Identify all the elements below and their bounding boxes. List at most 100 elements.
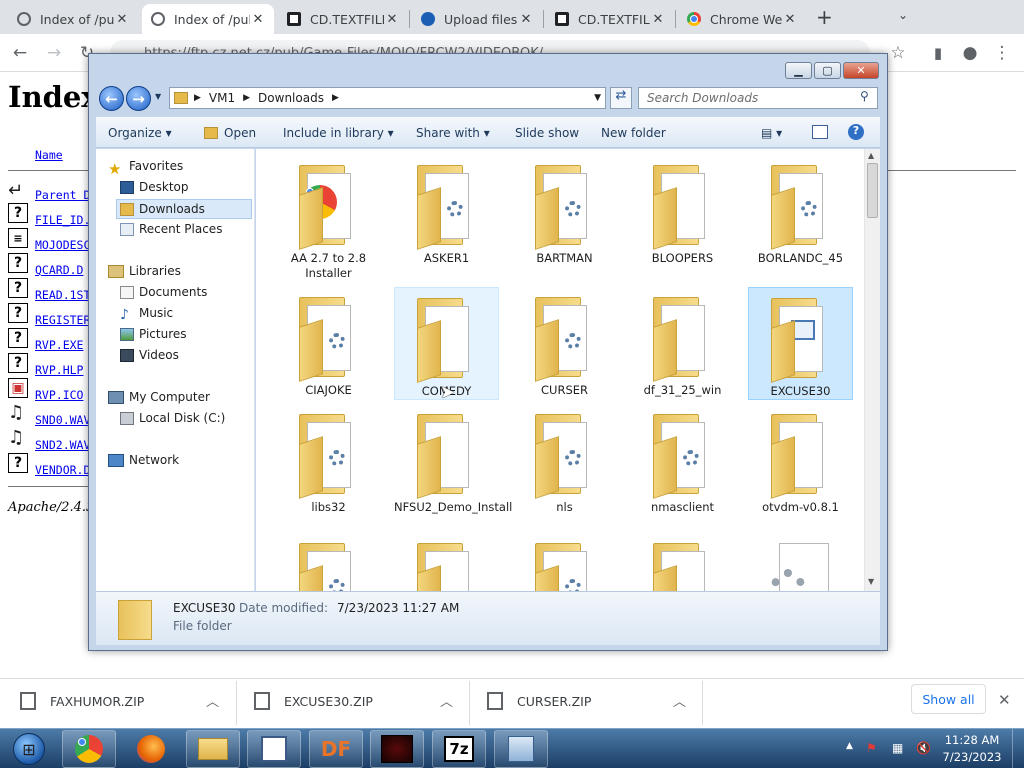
- close-tab-icon[interactable]: ✕: [384, 12, 400, 27]
- file-link[interactable]: SND2.WAV: [35, 438, 90, 452]
- vertical-scrollbar[interactable]: ▲ ▼: [864, 149, 880, 591]
- df-taskbar-button[interactable]: DF: [309, 730, 363, 768]
- tab-1[interactable]: Index of /pub ✕: [8, 4, 138, 34]
- file-link[interactable]: MOJODESC: [35, 238, 90, 252]
- column-name-link[interactable]: Name: [35, 148, 63, 162]
- folder-item[interactable]: nls: [512, 404, 617, 515]
- close-tab-icon[interactable]: ✕: [114, 12, 130, 27]
- close-tab-icon[interactable]: ✕: [650, 12, 666, 27]
- file-link[interactable]: RVP.EXE: [35, 338, 83, 352]
- action-center-flag-icon[interactable]: ⚑: [866, 741, 877, 755]
- preview-pane-icon[interactable]: [812, 125, 828, 139]
- breadcrumb-downloads[interactable]: Downloads: [258, 91, 324, 105]
- dropdown-arrow-icon[interactable]: ▼: [594, 93, 601, 103]
- folder-item[interactable]: CURSER: [512, 287, 617, 398]
- folder-item[interactable]: otvdm-v0.8.1: [748, 404, 853, 515]
- profile-avatar-icon[interactable]: ●: [958, 41, 982, 65]
- folder-item[interactable]: BARTMAN: [512, 155, 617, 266]
- tab-3[interactable]: CD.TEXTFILE ✕: [278, 4, 408, 34]
- nav-libraries[interactable]: Libraries: [108, 264, 181, 278]
- close-tab-icon[interactable]: ✕: [250, 12, 266, 27]
- back-arrow-icon[interactable]: ←: [8, 41, 32, 65]
- file-link[interactable]: READ.1ST: [35, 288, 90, 302]
- nav-recent-places[interactable]: Recent Places: [120, 222, 222, 236]
- folder-item[interactable]: [630, 533, 735, 591]
- chevron-up-icon[interactable]: ︿: [673, 691, 686, 710]
- nav-desktop[interactable]: Desktop: [120, 180, 189, 194]
- open-button[interactable]: Open: [224, 126, 256, 140]
- file-link[interactable]: RVP.HLP: [35, 363, 83, 377]
- network-tray-icon[interactable]: ▦: [892, 741, 903, 755]
- chevron-up-icon[interactable]: ︿: [440, 691, 453, 710]
- 7zip-taskbar-button[interactable]: 7z: [432, 730, 486, 768]
- folder-item[interactable]: AA 2.7 to 2.8 Installer: [276, 155, 381, 281]
- nav-documents[interactable]: Documents: [120, 285, 207, 299]
- forward-arrow-icon[interactable]: →: [42, 41, 66, 65]
- tab-search-icon[interactable]: ⌄: [898, 8, 908, 22]
- folder-item[interactable]: libs32: [276, 404, 381, 515]
- folder-item[interactable]: [512, 533, 617, 591]
- folder-item[interactable]: NFSU2_Demo_Install: [394, 404, 512, 515]
- nav-local-disk[interactable]: Local Disk (C:): [120, 411, 225, 425]
- app-taskbar-button[interactable]: [494, 730, 548, 768]
- file-link[interactable]: Parent D: [35, 188, 90, 202]
- file-link[interactable]: QCARD.D: [35, 263, 83, 277]
- folder-item[interactable]: df_31_25_win: [630, 287, 735, 398]
- nav-favorites[interactable]: ★ Favorites: [108, 159, 183, 178]
- scroll-thumb[interactable]: [867, 163, 878, 218]
- download-item[interactable]: FAXHUMOR.ZIP: [20, 692, 144, 710]
- close-tab-icon[interactable]: ✕: [782, 12, 798, 27]
- tab-4[interactable]: Upload files ✕: [412, 4, 542, 34]
- nav-downloads-selected[interactable]: Downloads: [116, 199, 252, 219]
- firefox-taskbar-button[interactable]: [124, 730, 178, 768]
- start-button[interactable]: ⊞: [2, 730, 56, 768]
- download-item[interactable]: EXCUSE30.ZIP: [254, 692, 373, 710]
- file-link[interactable]: SND0.WAV: [35, 413, 90, 427]
- change-view-icon[interactable]: ▤ ▾: [761, 126, 782, 140]
- minimize-button[interactable]: ▁: [785, 62, 812, 79]
- clock-date[interactable]: 7/23/2023: [940, 750, 1004, 764]
- file-link[interactable]: FILE_ID.: [35, 213, 90, 227]
- chevron-up-icon[interactable]: ︿: [206, 691, 219, 710]
- show-desktop-button[interactable]: [1012, 729, 1024, 768]
- tab-2-active[interactable]: Index of /pub ✕: [142, 4, 274, 34]
- breadcrumb[interactable]: ▶ VM1 ▶ Downloads ▶ ▼: [169, 87, 606, 109]
- file-link[interactable]: REGISTER: [35, 313, 90, 327]
- show-all-button[interactable]: Show all: [911, 684, 986, 714]
- new-folder-button[interactable]: New folder: [601, 126, 666, 140]
- help-icon[interactable]: ?: [848, 124, 864, 140]
- slide-show-button[interactable]: Slide show: [515, 126, 579, 140]
- folder-item[interactable]: [748, 533, 853, 591]
- nav-videos[interactable]: Videos: [120, 348, 179, 362]
- share-with-menu[interactable]: Share with ▾: [416, 126, 490, 140]
- folder-item[interactable]: BLOOPERS: [630, 155, 735, 266]
- folder-item[interactable]: EXCUSE30: [748, 287, 853, 400]
- include-in-library-menu[interactable]: Include in library ▾: [283, 126, 394, 140]
- tab-5[interactable]: CD.TEXTFILE ✕: [546, 4, 674, 34]
- folder-item[interactable]: [276, 533, 381, 591]
- new-tab-button[interactable]: +: [816, 5, 833, 29]
- forward-button[interactable]: →: [126, 86, 151, 111]
- nav-pictures[interactable]: Pictures: [120, 327, 187, 341]
- refresh-icon[interactable]: ⇄: [610, 87, 632, 109]
- side-panel-icon[interactable]: ▮: [926, 41, 950, 65]
- notepad-taskbar-button[interactable]: [247, 730, 301, 768]
- file-link[interactable]: VENDOR.D: [35, 463, 90, 477]
- star-icon[interactable]: ☆: [886, 41, 910, 65]
- back-button[interactable]: ←: [99, 86, 124, 111]
- close-downloads-icon[interactable]: ✕: [998, 691, 1011, 709]
- folder-item[interactable]: [394, 533, 499, 591]
- search-input[interactable]: Search Downloads: [638, 87, 878, 109]
- clock-time[interactable]: 11:28 AM: [940, 733, 1004, 747]
- organize-menu[interactable]: Organize ▾: [108, 126, 172, 140]
- tab-6[interactable]: Chrome Web ✕: [678, 4, 806, 34]
- recent-pages-icon[interactable]: ▼: [155, 92, 161, 101]
- close-button[interactable]: ✕: [843, 62, 879, 79]
- breadcrumb-vm1[interactable]: VM1: [209, 91, 235, 105]
- game-taskbar-button[interactable]: [370, 730, 424, 768]
- nav-music[interactable]: ♪ Music: [120, 306, 173, 323]
- volume-muted-icon[interactable]: 🔇: [916, 741, 931, 755]
- nav-my-computer[interactable]: My Computer: [108, 390, 210, 404]
- maximize-button[interactable]: ▢: [814, 62, 841, 79]
- folder-item[interactable]: BORLANDC_45: [748, 155, 853, 266]
